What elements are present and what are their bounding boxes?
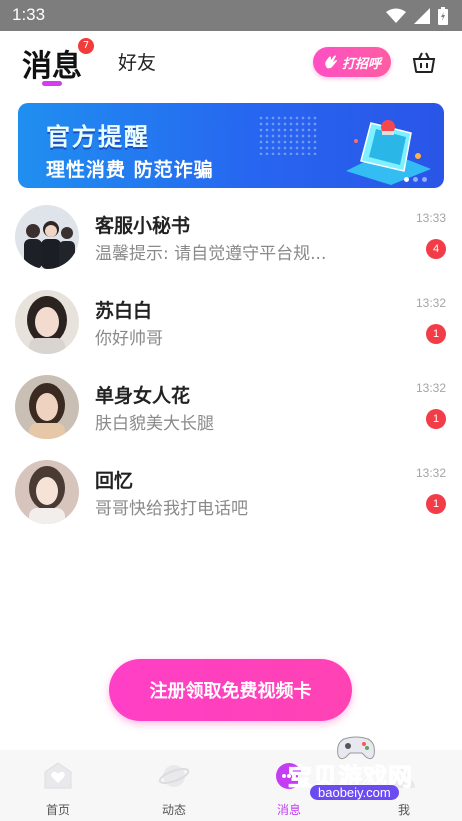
tab-friends[interactable]: 好友 xyxy=(118,48,156,75)
message-preview: 肤白貌美大长腿 xyxy=(95,414,214,434)
profile-icon xyxy=(393,765,415,788)
contact-name: 回忆 xyxy=(95,470,134,492)
nav-me-label: 我 xyxy=(397,803,410,817)
messages-badge: 7 xyxy=(78,38,94,54)
message-preview: 温馨提示: 请自觉遵守平台规... xyxy=(95,244,327,264)
conversation-item[interactable]: 客服小秘书 温馨提示: 请自觉遵守平台规... 13:33 4 xyxy=(0,195,462,279)
message-preview: 你好帅哥 xyxy=(95,329,163,349)
avatar[interactable] xyxy=(15,375,79,439)
wifi-icon xyxy=(386,8,406,23)
unread-count-badge: 4 xyxy=(426,239,446,259)
planet-icon xyxy=(158,765,190,787)
status-icons xyxy=(386,7,448,25)
tab-messages[interactable]: 消息 xyxy=(22,41,82,85)
nav-home[interactable]: 首页 xyxy=(0,750,116,821)
greet-button-label: 打招呼 xyxy=(341,56,381,72)
status-time: 1:33 xyxy=(12,5,46,24)
avatar[interactable] xyxy=(15,460,79,524)
nav-me[interactable]: 我 xyxy=(346,750,462,821)
contact-name: 苏白白 xyxy=(95,300,153,322)
conversation-item[interactable]: 苏白白 你好帅哥 13:32 1 xyxy=(0,280,462,364)
banner-pager xyxy=(404,177,427,182)
unread-count-badge: 1 xyxy=(426,409,446,429)
message-bubble-icon xyxy=(276,763,302,789)
greet-button[interactable]: 打招呼 xyxy=(313,47,391,77)
message-time: 13:32 xyxy=(415,466,446,480)
status-bar: 1:33 xyxy=(0,0,462,31)
banner-title: 官方提醒 xyxy=(46,123,150,151)
header: 消息 7 好友 打招呼 xyxy=(0,31,462,93)
conversation-item[interactable]: 回忆 哥哥快给我打电话吧 13:32 1 xyxy=(0,450,462,534)
nav-messages-label: 消息 xyxy=(276,803,301,817)
message-preview: 哥哥快给我打电话吧 xyxy=(95,499,248,519)
register-free-video-card-button[interactable]: 注册领取免费视频卡 xyxy=(109,659,352,721)
message-time: 13:32 xyxy=(415,381,446,395)
unread-count-badge: 1 xyxy=(426,494,446,514)
battery-icon xyxy=(438,7,448,25)
nav-messages[interactable]: 消息 xyxy=(231,750,347,821)
active-tab-indicator xyxy=(42,81,62,86)
messages-content: 官方提醒 理性消费 防范诈骗 客服小秘书 温馨提示: 请自觉遵守平台规... 1… xyxy=(0,93,462,750)
banner-dot-pattern xyxy=(258,115,318,155)
basket-icon[interactable] xyxy=(411,49,437,75)
message-time: 13:33 xyxy=(415,211,446,225)
contact-name: 客服小秘书 xyxy=(95,215,191,237)
bottom-nav: 首页 动态 消息 我 xyxy=(0,750,462,821)
contact-name: 单身女人花 xyxy=(95,385,191,407)
phone-alarm-illustration xyxy=(346,120,431,185)
banner-subtitle: 理性消费 防范诈骗 xyxy=(46,159,214,181)
message-time: 13:32 xyxy=(415,296,446,310)
conversation-item[interactable]: 单身女人花 肤白貌美大长腿 13:32 1 xyxy=(0,365,462,449)
avatar[interactable] xyxy=(15,290,79,354)
hand-wave-icon xyxy=(325,55,337,69)
unread-count-badge: 1 xyxy=(426,324,446,344)
signal-icon xyxy=(414,8,430,24)
home-heart-icon xyxy=(44,762,72,789)
nav-home-label: 首页 xyxy=(45,803,70,817)
official-reminder-banner[interactable]: 官方提醒 理性消费 防范诈骗 xyxy=(18,103,444,188)
nav-moments[interactable]: 动态 xyxy=(116,750,232,821)
avatar[interactable] xyxy=(15,205,79,269)
nav-moments-label: 动态 xyxy=(161,803,186,817)
